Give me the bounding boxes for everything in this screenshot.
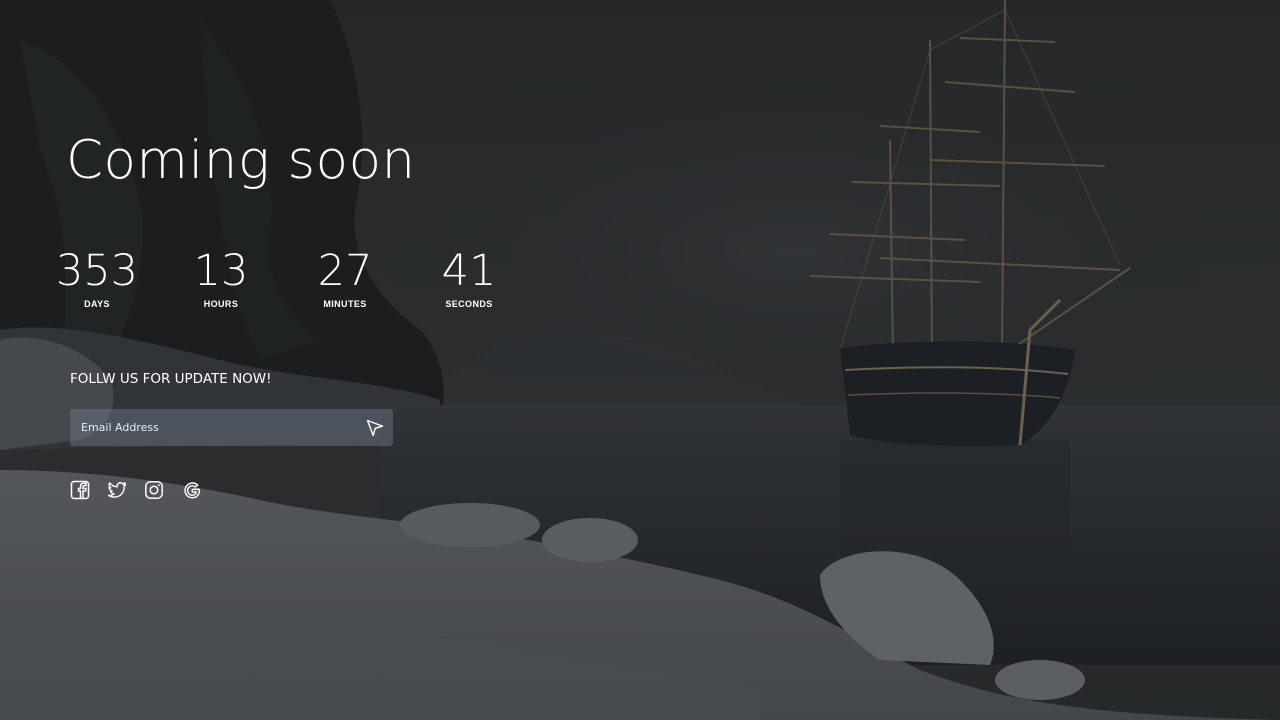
google-link[interactable] — [182, 480, 202, 500]
newsletter-title: FOLLW US FOR UPDATE NOW! — [70, 371, 272, 387]
newsletter-form — [70, 409, 393, 446]
send-arrow-icon — [366, 419, 384, 437]
page-title: Coming soon — [66, 130, 416, 191]
days-value: 353 — [55, 246, 139, 296]
countdown-days: 353 DAYS — [37, 246, 157, 310]
facebook-icon — [70, 480, 90, 500]
twitter-link[interactable] — [107, 480, 127, 500]
minutes-value: 27 — [317, 246, 373, 296]
countdown-minutes: 27 MINUTES — [285, 246, 405, 310]
instagram-icon — [145, 481, 163, 499]
facebook-link[interactable] — [70, 480, 90, 500]
seconds-value: 41 — [441, 246, 497, 296]
send-button[interactable] — [365, 418, 385, 438]
days-label: DAYS — [84, 299, 110, 309]
countdown-timer: 353 DAYS 13 HOURS 27 MINUTES 41 SECONDS — [37, 246, 533, 316]
instagram-link[interactable] — [144, 480, 164, 500]
seconds-label: SECONDS — [445, 299, 493, 309]
background-scene — [0, 0, 1280, 720]
hours-label: HOURS — [203, 299, 239, 309]
snowy-coast-ship-illustration — [0, 0, 1280, 720]
twitter-icon — [107, 482, 127, 498]
google-icon — [184, 482, 200, 499]
countdown-seconds: 41 SECONDS — [409, 246, 529, 310]
countdown-hours: 13 HOURS — [161, 246, 281, 310]
hours-value: 13 — [193, 246, 249, 296]
minutes-label: MINUTES — [323, 299, 367, 309]
email-input[interactable] — [70, 409, 350, 446]
